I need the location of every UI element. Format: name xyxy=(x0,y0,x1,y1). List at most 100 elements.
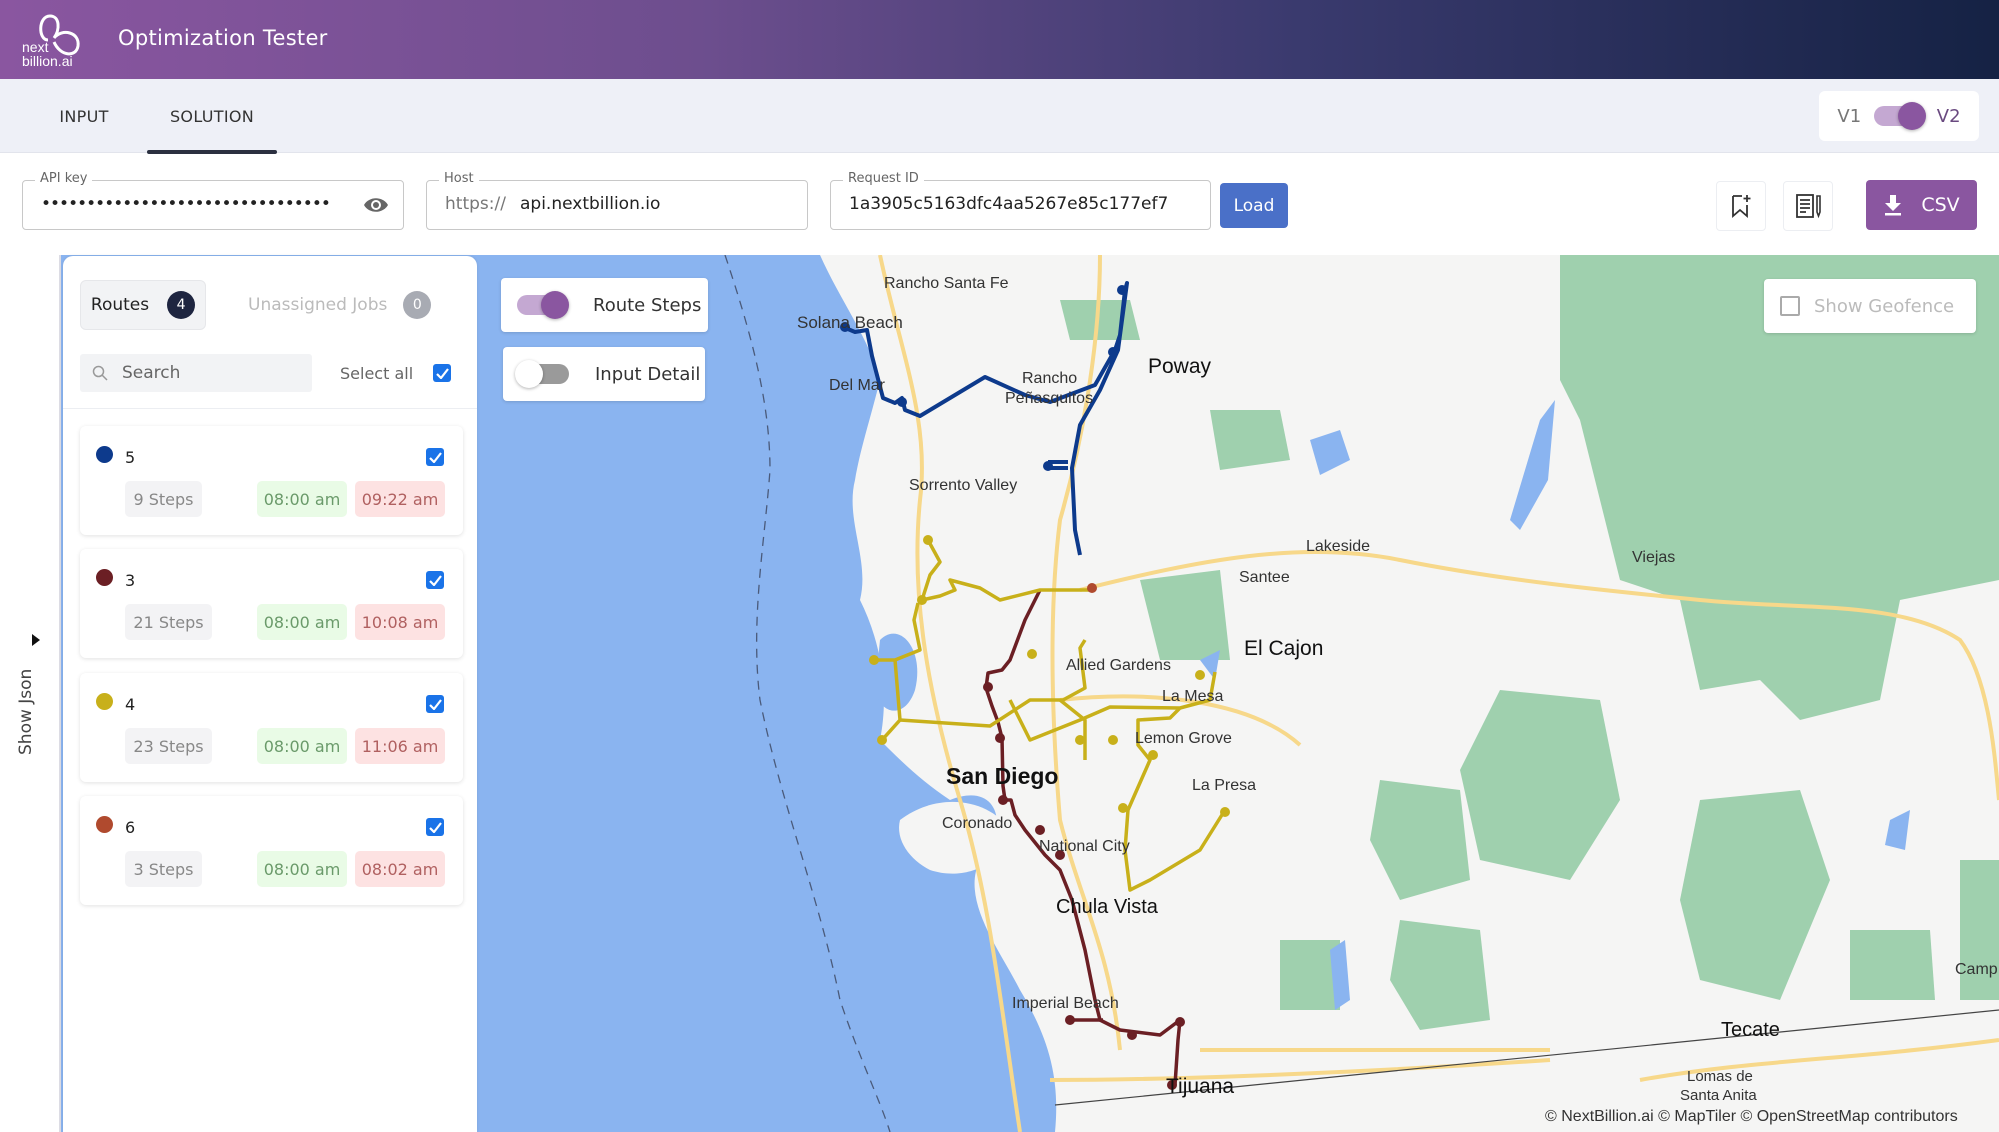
route-name: 3 xyxy=(125,571,136,590)
map-label: Viejas xyxy=(1632,549,1676,566)
route-checkbox[interactable] xyxy=(426,448,444,466)
map-label: La Presa xyxy=(1192,777,1257,794)
select-all-label: Select all xyxy=(340,363,414,383)
select-all-checkbox[interactable] xyxy=(433,364,452,382)
search-placeholder: Search xyxy=(122,363,181,383)
toggle-knob xyxy=(541,291,569,319)
version-toggle-box: V1 V2 xyxy=(1819,91,1979,141)
eye-icon[interactable] xyxy=(363,194,389,216)
csv-download-button[interactable]: CSV xyxy=(1866,180,1977,230)
version-v1-label: V1 xyxy=(1837,105,1862,127)
api-key-input[interactable]: •••••••••••••••••••••••••••••••• xyxy=(41,194,346,214)
route-name: 6 xyxy=(125,818,136,837)
route-card-5[interactable]: 5 9 Steps 08:00 am 09:22 am xyxy=(80,426,463,535)
routes-count-badge: 4 xyxy=(167,291,196,319)
unassigned-count-badge: 0 xyxy=(403,291,432,319)
route-end-time: 10:08 am xyxy=(355,604,445,640)
geofence-checkbox[interactable] xyxy=(1780,296,1800,316)
version-toggle[interactable] xyxy=(1873,102,1926,130)
map-label: Chula Vista xyxy=(1056,896,1158,918)
request-id-label: Request ID xyxy=(843,171,924,186)
host-field[interactable]: Host https:// api.nextbillion.io xyxy=(426,171,808,230)
map-label: Camp xyxy=(1955,961,1998,978)
routes-tab-label: Routes xyxy=(90,295,150,315)
route-steps: 21 Steps xyxy=(125,604,212,640)
route-color-dot xyxy=(96,446,113,463)
map-label: San Diego xyxy=(946,763,1059,789)
route-steps-switch[interactable] xyxy=(517,291,569,319)
expand-arrow-icon[interactable] xyxy=(32,634,40,646)
check-icon xyxy=(428,574,442,586)
tab-solution[interactable]: SOLUTION xyxy=(147,79,277,154)
select-all[interactable]: Select all xyxy=(340,354,452,392)
route-checkbox[interactable] xyxy=(426,818,444,836)
toggle-knob xyxy=(1897,102,1926,130)
route-card-4[interactable]: 4 23 Steps 08:00 am 11:06 am xyxy=(80,673,463,782)
map-label: Del Mar xyxy=(829,377,886,394)
route-search-input[interactable]: Search xyxy=(80,354,312,392)
bookmark-button[interactable] xyxy=(1716,181,1766,231)
route-start-time: 08:00 am xyxy=(257,851,347,887)
route-6-stop xyxy=(1087,583,1097,593)
route-card-6[interactable]: 6 3 Steps 08:00 am 08:02 am xyxy=(80,796,463,905)
check-icon xyxy=(428,821,442,833)
route-start-time: 08:00 am xyxy=(257,728,347,764)
input-detail-toggle[interactable]: Input Detail xyxy=(503,347,705,401)
csv-label: CSV xyxy=(1921,194,1960,216)
route-end-time: 08:02 am xyxy=(355,851,445,887)
route-start-time: 08:00 am xyxy=(257,604,347,640)
route-steps-toggle[interactable]: Route Steps xyxy=(501,278,708,332)
routes-tab[interactable]: Routes 4 xyxy=(80,280,206,330)
route-checkbox[interactable] xyxy=(426,695,444,713)
map-label: El Cajon xyxy=(1244,637,1324,660)
map-label: Coronado xyxy=(942,815,1013,832)
show-json-toggle[interactable]: Show Json xyxy=(16,669,36,755)
route-color-dot xyxy=(96,569,113,586)
divider xyxy=(63,408,477,409)
map-label: Tecate xyxy=(1721,1019,1780,1041)
route-checkbox[interactable] xyxy=(426,571,444,589)
input-detail-switch[interactable] xyxy=(515,360,569,388)
route-card-3[interactable]: 3 21 Steps 08:00 am 10:08 am xyxy=(80,549,463,658)
check-icon xyxy=(435,367,449,379)
map-label: Santa Anita xyxy=(1680,1087,1757,1104)
api-key-label: API key xyxy=(35,171,93,186)
notes-button[interactable] xyxy=(1783,181,1833,231)
search-icon xyxy=(92,365,108,381)
show-geofence-toggle[interactable]: Show Geofence xyxy=(1764,279,1976,333)
map-label: La Mesa xyxy=(1162,688,1224,705)
unassigned-tab-label: Unassigned Jobs xyxy=(248,295,388,315)
request-id-field[interactable]: Request ID 1a3905c5163dfc4aa5267e85c177e… xyxy=(830,171,1211,230)
app-title: Optimization Tester xyxy=(118,26,328,50)
version-v2-label: V2 xyxy=(1936,105,1961,127)
tab-input[interactable]: INPUT xyxy=(38,79,130,153)
unassigned-jobs-tab[interactable]: Unassigned Jobs 0 xyxy=(248,280,438,330)
map-label: Rancho Santa Fe xyxy=(884,275,1009,292)
route-steps: 23 Steps xyxy=(125,728,212,764)
load-button[interactable]: Load xyxy=(1220,183,1288,228)
map-label: Poway xyxy=(1148,355,1212,378)
map-label: Sorrento Valley xyxy=(909,477,1018,494)
map-label: Solana Beach xyxy=(797,313,903,332)
bookmark-add-icon xyxy=(1732,195,1751,218)
map-label: Tijuana xyxy=(1166,1075,1235,1098)
nextbillion-logo: next billion.ai xyxy=(22,14,80,69)
svg-text:billion.ai: billion.ai xyxy=(22,53,73,69)
map-label: National City xyxy=(1039,838,1130,855)
request-id-input[interactable]: 1a3905c5163dfc4aa5267e85c177ef7 xyxy=(849,194,1194,214)
host-input[interactable]: api.nextbillion.io xyxy=(520,194,660,214)
route-steps: 9 Steps xyxy=(125,481,202,517)
check-icon xyxy=(428,698,442,710)
map-label: Peñasquitos xyxy=(1005,390,1094,407)
api-key-field[interactable]: API key •••••••••••••••••••••••••••••••• xyxy=(22,171,404,230)
route-name: 5 xyxy=(125,448,136,467)
routes-panel: Routes 4 Unassigned Jobs 0 Search Select… xyxy=(63,256,477,1132)
tabs-bar: INPUT SOLUTION V1 V2 xyxy=(0,79,1999,154)
notes-edit-icon xyxy=(1796,194,1821,219)
app-header: next billion.ai Optimization Tester xyxy=(0,0,1999,79)
show-geofence-label: Show Geofence xyxy=(1814,295,1955,317)
input-detail-label: Input Detail xyxy=(595,363,701,385)
download-icon xyxy=(1885,195,1902,216)
toggle-knob xyxy=(515,360,543,388)
map-label: Lakeside xyxy=(1306,538,1371,555)
